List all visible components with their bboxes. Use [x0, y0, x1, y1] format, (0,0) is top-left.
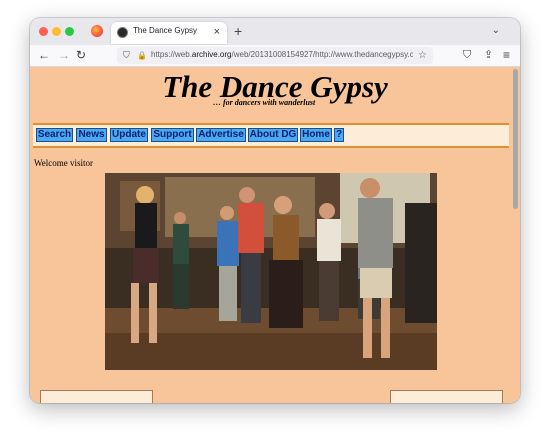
reload-icon[interactable]: ↻	[76, 46, 86, 64]
browser-window: The Dance Gypsy × + ⌄ ← → ↻ ⛉ 🔒 https://…	[30, 18, 520, 403]
tab-close-icon[interactable]: ×	[214, 24, 220, 40]
nav-home-button[interactable]: Home	[300, 128, 332, 142]
chevron-down-icon[interactable]: ⌄	[492, 23, 500, 39]
shield-icon[interactable]: ⛉	[123, 48, 130, 63]
address-bar[interactable]: ⛉ 🔒 https://web.archive.org/web/20131008…	[117, 47, 433, 64]
forward-icon[interactable]: →	[58, 46, 70, 64]
back-icon[interactable]: ←	[38, 46, 50, 64]
tab-active[interactable]: The Dance Gypsy ×	[111, 22, 227, 44]
left-panel-box	[40, 390, 153, 403]
welcome-text: Welcome visitor	[34, 158, 94, 168]
page-content: The Dance Gypsy … for dancers with wande…	[30, 67, 520, 403]
menu-icon[interactable]: ≡	[503, 47, 510, 64]
navigation-toolbar: ← → ↻ ⛉ 🔒 https://web.archive.org/web/20…	[30, 45, 520, 67]
right-panel-box	[390, 390, 503, 403]
tab-title: The Dance Gypsy	[133, 26, 198, 35]
new-tab-button[interactable]: +	[234, 22, 242, 40]
close-window-button[interactable]	[39, 27, 48, 36]
dance-photo	[105, 173, 437, 370]
minimize-window-button[interactable]	[52, 27, 61, 36]
favicon-icon	[117, 27, 128, 38]
nav-help-button[interactable]: ?	[334, 128, 344, 142]
vertical-scrollbar[interactable]	[513, 69, 518, 209]
site-nav-bar: Search News Update Support Advertise Abo…	[33, 123, 509, 148]
lock-icon[interactable]: 🔒	[137, 48, 147, 63]
pocket-icon[interactable]: ⛉	[463, 47, 471, 64]
firefox-view-icon[interactable]	[91, 25, 103, 37]
star-icon[interactable]: ☆	[418, 48, 427, 63]
nav-advertise-button[interactable]: Advertise	[196, 128, 246, 142]
site-tagline: … for dancers with wanderlust	[213, 98, 316, 107]
nav-support-button[interactable]: Support	[151, 128, 194, 142]
nav-news-button[interactable]: News	[76, 128, 107, 142]
nav-search-button[interactable]: Search	[36, 128, 73, 142]
zoom-window-button[interactable]	[65, 27, 74, 36]
nav-about-button[interactable]: About DG	[248, 128, 298, 142]
title-bar: The Dance Gypsy × + ⌄	[30, 18, 520, 45]
share-icon[interactable]: ⇪	[484, 47, 493, 64]
url-text[interactable]: https://web.archive.org/web/201310081549…	[151, 50, 413, 59]
nav-update-button[interactable]: Update	[110, 128, 148, 142]
